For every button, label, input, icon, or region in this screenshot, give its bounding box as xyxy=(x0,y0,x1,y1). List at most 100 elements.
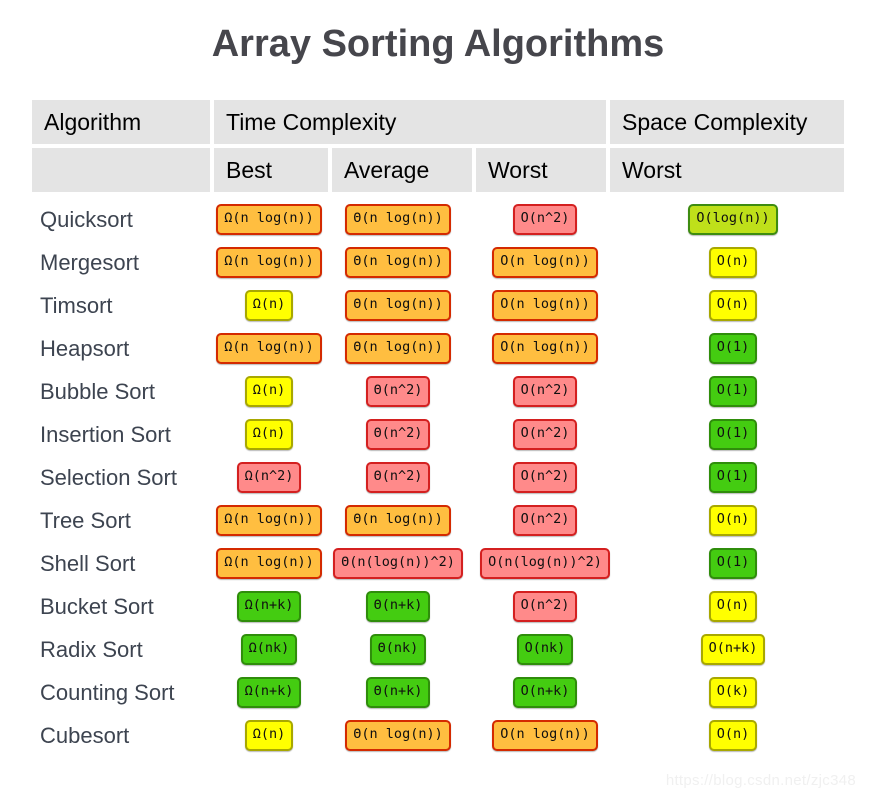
complexity-badge-worst: O(n+k) xyxy=(512,677,578,708)
header-algorithm: Algorithm xyxy=(32,100,210,144)
algorithm-name: Cubesort xyxy=(40,722,130,748)
cell-space-worst: O(1) xyxy=(622,548,844,579)
cell-space-worst: O(log(n)) xyxy=(622,204,844,235)
complexity-badge-space-worst: O(k) xyxy=(708,677,758,708)
complexity-badge-best: Ω(n log(n)) xyxy=(216,548,322,579)
cell-space-worst: O(n) xyxy=(622,505,844,536)
complexity-badge-average: Θ(n^2) xyxy=(365,376,431,407)
cell-space-worst: O(n) xyxy=(622,591,844,622)
algorithm-name: Insertion Sort xyxy=(40,421,171,447)
cell-worst: O(n^2) xyxy=(468,204,622,235)
complexity-badge-worst: O(n^2) xyxy=(512,204,578,235)
table-row: Heapsort Ω(n log(n)) Θ(n log(n)) O(n log(n)… xyxy=(32,327,844,370)
header-space-worst: Worst xyxy=(610,148,844,192)
complexity-badge-space-worst: O(1) xyxy=(708,333,758,364)
cell-best: Ω(n log(n)) xyxy=(210,548,328,579)
complexity-badge-space-worst: O(1) xyxy=(708,548,758,579)
algorithm-name: Radix Sort xyxy=(40,636,143,662)
cell-best: Ω(n^2) xyxy=(210,462,328,493)
complexity-badge-average: Θ(n log(n)) xyxy=(345,247,451,278)
complexity-badge-average: Θ(n+k) xyxy=(365,591,431,622)
complexity-badge-worst: O(n(log(n))^2) xyxy=(480,548,610,579)
table-row: Timsort Ω(n) Θ(n log(n)) O(n log(n)) O(n) xyxy=(32,284,844,327)
cell-average: Θ(n+k) xyxy=(328,677,468,708)
complexity-badge-space-worst: O(n) xyxy=(708,591,758,622)
cell-space-worst: O(1) xyxy=(622,419,844,450)
table-header-group-row: Algorithm Time Complexity Space Complexi… xyxy=(32,100,844,144)
watermark: https://blog.csdn.net/zjc348 xyxy=(665,772,856,789)
table-row: Tree Sort Ω(n log(n)) Θ(n log(n)) O(n^2) O(n… xyxy=(32,499,844,542)
cell-worst: O(n(log(n))^2) xyxy=(468,548,622,579)
complexity-badge-average: Θ(n^2) xyxy=(365,419,431,450)
cell-worst: O(nk) xyxy=(468,634,622,665)
algorithm-name: Shell Sort xyxy=(40,550,136,576)
complexity-badge-space-worst: O(n) xyxy=(708,290,758,321)
complexity-badge-space-worst: O(n) xyxy=(708,247,758,278)
complexity-badge-space-worst: O(n) xyxy=(708,720,758,751)
cell-average: Θ(n log(n)) xyxy=(328,290,468,321)
cell-best: Ω(n+k) xyxy=(210,677,328,708)
complexity-badge-best: Ω(n log(n)) xyxy=(216,204,322,235)
cell-worst: O(n log(n)) xyxy=(468,290,622,321)
complexity-badge-best: Ω(n log(n)) xyxy=(216,505,322,536)
table-row: Radix Sort Ω(nk) Θ(nk) O(nk) O(n+k) xyxy=(32,628,844,671)
cell-worst: O(n^2) xyxy=(468,505,622,536)
cell-space-worst: O(n+k) xyxy=(622,634,844,665)
cell-average: Θ(n+k) xyxy=(328,591,468,622)
complexity-badge-best: Ω(n) xyxy=(244,720,294,751)
table-row: Cubesort Ω(n) Θ(n log(n)) O(n log(n)) O(n) xyxy=(32,714,844,757)
cell-worst: O(n^2) xyxy=(468,419,622,450)
page-title: Array Sorting Algorithms xyxy=(211,23,665,65)
complexity-badge-best: Ω(n) xyxy=(244,290,294,321)
table-row: Insertion Sort Ω(n) Θ(n^2) O(n^2) O(1) xyxy=(32,413,844,456)
complexity-badge-average: Θ(n+k) xyxy=(365,677,431,708)
complexity-badge-space-worst: O(n+k) xyxy=(700,634,766,665)
cell-space-worst: O(k) xyxy=(622,677,844,708)
algorithm-name: Bubble Sort xyxy=(40,378,155,404)
header-best: Best xyxy=(214,148,328,192)
table-row: Bucket Sort Ω(n+k) Θ(n+k) O(n^2) O(n) xyxy=(32,585,844,628)
cell-best: Ω(n log(n)) xyxy=(210,247,328,278)
cell-best: Ω(n log(n)) xyxy=(210,204,328,235)
complexity-badge-worst: O(n^2) xyxy=(512,376,578,407)
complexity-badge-best: Ω(n+k) xyxy=(236,677,302,708)
cell-best: Ω(n) xyxy=(210,419,328,450)
algorithm-name: Selection Sort xyxy=(40,464,177,490)
cell-average: Θ(n log(n)) xyxy=(328,204,468,235)
cell-worst: O(n log(n)) xyxy=(468,247,622,278)
cell-best: Ω(n+k) xyxy=(210,591,328,622)
cell-average: Θ(n log(n)) xyxy=(328,247,468,278)
algorithm-name: Bucket Sort xyxy=(40,593,154,619)
cell-average: Θ(n log(n)) xyxy=(328,333,468,364)
complexity-badge-space-worst: O(1) xyxy=(708,462,758,493)
cell-space-worst: O(1) xyxy=(622,376,844,407)
complexity-badge-best: Ω(n^2) xyxy=(236,462,302,493)
header-time-complexity: Time Complexity xyxy=(214,100,606,144)
cell-average: Θ(n^2) xyxy=(328,419,468,450)
header-average: Average xyxy=(332,148,472,192)
cell-average: Θ(n(log(n))^2) xyxy=(328,548,468,579)
complexity-badge-worst: O(n^2) xyxy=(512,505,578,536)
cell-worst: O(n^2) xyxy=(468,462,622,493)
cell-best: Ω(n log(n)) xyxy=(210,505,328,536)
complexity-badge-best: Ω(n) xyxy=(244,376,294,407)
complexity-badge-worst: O(n log(n)) xyxy=(492,333,598,364)
complexity-badge-best: Ω(n log(n)) xyxy=(216,333,322,364)
cell-worst: O(n+k) xyxy=(468,677,622,708)
cell-space-worst: O(1) xyxy=(622,462,844,493)
algorithm-name: Tree Sort xyxy=(40,507,131,533)
complexity-badge-worst: O(n^2) xyxy=(512,462,578,493)
algorithm-name: Quicksort xyxy=(40,206,133,232)
table-row: Selection Sort Ω(n^2) Θ(n^2) O(n^2) O(1) xyxy=(32,456,844,499)
complexity-badge-worst: O(n log(n)) xyxy=(492,247,598,278)
cell-worst: O(n log(n)) xyxy=(468,720,622,751)
complexity-badge-average: Θ(n log(n)) xyxy=(345,204,451,235)
complexity-badge-average: Θ(n^2) xyxy=(365,462,431,493)
complexity-badge-space-worst: O(log(n)) xyxy=(688,204,778,235)
complexity-badge-space-worst: O(n) xyxy=(708,505,758,536)
complexity-badge-space-worst: O(1) xyxy=(708,419,758,450)
algorithm-name: Mergesort xyxy=(40,249,140,275)
table-header-sub-row: Best Average Worst Worst xyxy=(32,148,844,192)
header-space-complexity: Space Complexity xyxy=(610,100,844,144)
cell-best: Ω(nk) xyxy=(210,634,328,665)
